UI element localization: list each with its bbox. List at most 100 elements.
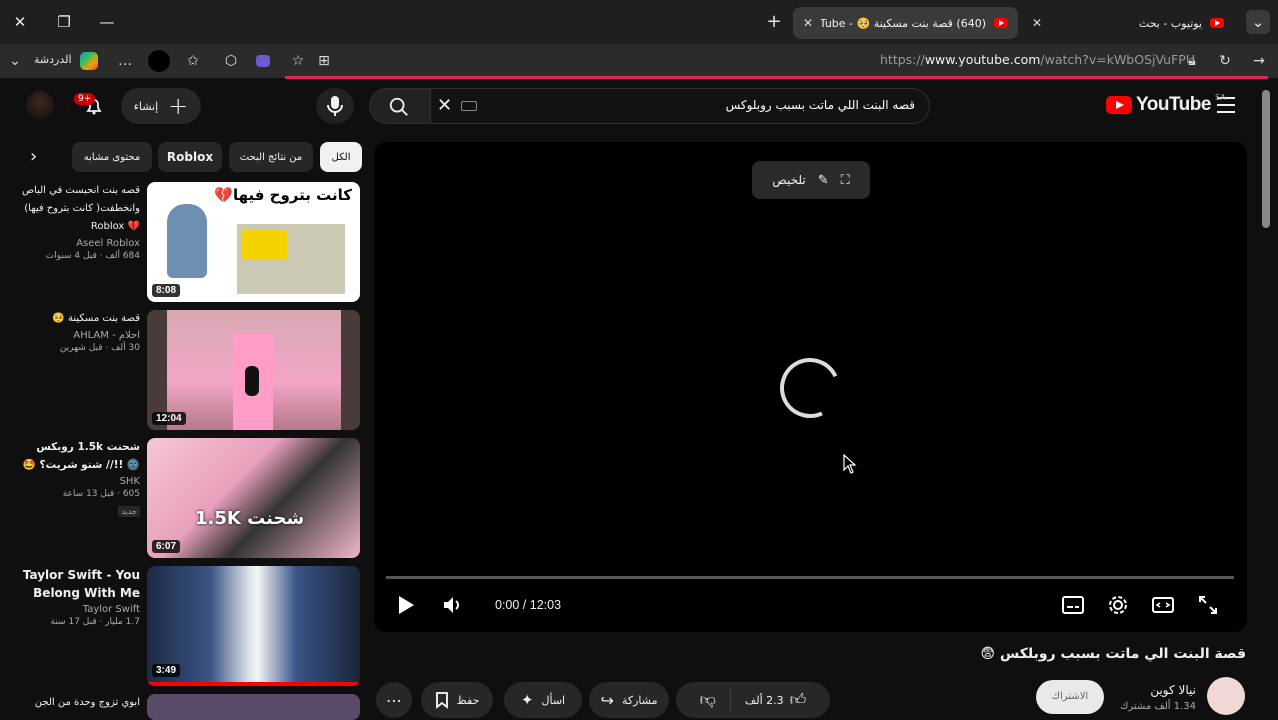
thumbnail-scene [237, 224, 345, 294]
recommendation-item[interactable]: شحنت 1.5K 6:07 شحنت 1.5k روبكس 🌚 !!// شن… [20, 438, 360, 560]
tab-title: يوتيوب - بحث [1138, 16, 1202, 30]
chip-roblox[interactable]: Roblox [158, 142, 222, 172]
youtube-favicon-icon [1210, 18, 1224, 28]
video-meta: 30 ألف · قبل شهرين [59, 343, 140, 353]
like-count: 2.3 ألف [744, 693, 784, 707]
copilot-icon[interactable] [80, 52, 98, 70]
favorites-list-icon[interactable]: ✩ [184, 52, 202, 70]
video-title[interactable]: قصه بنت انحبست في الباص وانخطفت( كانت بت… [20, 182, 140, 236]
microphone-icon [327, 96, 343, 116]
recommendation-item[interactable]: كانت بتروح فيها💔 8:08 قصه بنت انحبست في … [20, 182, 360, 304]
url-field[interactable]: https://www.youtube.com/watch?v=kWbOSjVu… [880, 52, 1195, 67]
video-thumbnail[interactable]: 12:04 [147, 310, 360, 430]
channel-name[interactable]: احلام - AHLAM [20, 330, 140, 341]
video-thumbnail[interactable]: 3:49 [147, 566, 360, 686]
settings-gear-icon[interactable] [1107, 594, 1129, 616]
chip-similar[interactable]: محتوى مشابه [72, 142, 152, 172]
chip-from-search[interactable]: من نتائج البحث [229, 142, 313, 172]
extensions-icon[interactable]: ⬡ [222, 52, 240, 70]
video-thumbnail[interactable]: شحنت 1.5K 6:07 [147, 438, 360, 558]
avatar-figure [167, 204, 207, 278]
fullscreen-icon[interactable] [1197, 594, 1219, 616]
close-tab-icon[interactable]: ✕ [803, 16, 813, 30]
subscribe-button[interactable]: الاشتراك [1036, 680, 1104, 714]
like-button[interactable]: 👍︎ 2.3 ألف [729, 690, 821, 710]
share-button[interactable]: مشاركة ↪ [589, 682, 669, 718]
plus-icon: + [168, 92, 189, 120]
youtube-logo[interactable]: YouTube SA [1106, 92, 1226, 116]
search-input[interactable]: ✕ قصه البنت اللي ماتت بسبب روبلوكس [430, 88, 930, 124]
summary-button[interactable]: تلخيص ✎ ⛶ [752, 161, 870, 199]
youtube-play-logo-icon [1106, 96, 1132, 114]
tab-search[interactable]: يوتيوب - بحث ✕ [1022, 7, 1234, 39]
chevron-right-icon[interactable]: › [30, 146, 37, 167]
video-title: قصة البنت الي ماتت بسبب روبلكس 😨 [980, 646, 1246, 662]
minimize-window-icon[interactable]: — [95, 10, 119, 34]
time-display: 0:00 / 12:03 [495, 598, 562, 612]
star-icon[interactable]: ☆ [289, 52, 307, 70]
video-title[interactable]: قصة بنت مسكينة 🥺 [20, 310, 140, 328]
like-dislike-group: 👍︎ 2.3 ألف 👎︎ [676, 682, 830, 718]
video-duration: 12:04 [152, 412, 186, 425]
edit-note-icon: ✎ [817, 172, 829, 188]
thumbs-down-icon: 👎︎ [699, 690, 716, 709]
keyboard-icon[interactable] [461, 101, 477, 111]
split-screen-icon[interactable]: ⊞ [315, 52, 333, 70]
browser-tab-bar: ✕ ❐ — + (640) قصة بنت مسكينة 🥺 - YouTube… [0, 0, 1278, 44]
tab-active-video[interactable]: (640) قصة بنت مسكينة 🥺 - YouTube ✕ [793, 7, 1018, 39]
profile-icon[interactable] [148, 50, 170, 72]
play-icon[interactable] [396, 594, 416, 616]
restore-window-icon[interactable]: ❐ [52, 10, 76, 34]
country-code: SA [1214, 92, 1226, 102]
video-thumbnail[interactable] [147, 694, 360, 720]
new-tab-icon[interactable]: + [762, 10, 786, 34]
ask-label: اسأل [541, 693, 566, 707]
share-label: مشاركة [621, 693, 658, 707]
channel-name[interactable]: SHK [20, 476, 140, 487]
watched-progress-bar [147, 682, 360, 686]
video-title[interactable]: ابوي تزوج وحدة من الجن [20, 694, 140, 712]
channel-name[interactable]: Taylor Swift [20, 604, 140, 615]
voice-search-button[interactable] [316, 88, 354, 124]
forward-arrow-icon[interactable]: → [1250, 52, 1268, 70]
video-title[interactable]: Taylor Swift - You Belong With Me [20, 566, 140, 602]
chat-label[interactable]: الدردشة [34, 53, 72, 66]
extension-app-icon[interactable] [256, 55, 270, 67]
video-title[interactable]: شحنت 1.5k روبكس 🌚 !!// شنو شريت؟ 🤩 [20, 438, 140, 474]
video-meta: 1.7 مليار · قبل 17 سنة [50, 617, 140, 627]
recommendation-item[interactable]: ابوي تزوج وحدة من الجن [20, 694, 360, 720]
account-avatar[interactable] [26, 91, 54, 119]
channel-avatar[interactable] [1207, 677, 1245, 715]
clear-search-icon[interactable]: ✕ [437, 95, 452, 116]
channel-name[interactable]: Aseel Roblox [20, 238, 140, 249]
more-actions-button[interactable]: ⋯ [376, 682, 412, 718]
video-thumbnail[interactable]: كانت بتروح فيها💔 8:08 [147, 182, 360, 302]
bus-shape [241, 230, 287, 260]
thumbnail-caption: شحنت 1.5K [195, 508, 305, 529]
close-tab-icon[interactable]: ✕ [1032, 16, 1042, 30]
video-duration: 3:49 [152, 664, 181, 677]
search-button[interactable] [369, 88, 431, 124]
scrollbar[interactable] [1262, 90, 1270, 228]
progress-bar[interactable] [386, 576, 1234, 579]
save-button[interactable]: حفظ [421, 682, 493, 718]
ask-button[interactable]: اسأل ✦ [504, 682, 582, 718]
more-icon[interactable]: … [116, 52, 134, 70]
reload-icon[interactable]: ↻ [1216, 52, 1234, 70]
thumbs-up-icon: 👍︎ [789, 690, 807, 709]
channel-name[interactable]: نيالا كوين [1150, 683, 1196, 697]
new-badge: جديد [118, 506, 140, 517]
close-window-icon[interactable]: ✕ [8, 10, 32, 34]
search-icon [389, 97, 408, 116]
dislike-button[interactable]: 👎︎ [686, 690, 730, 710]
tab-list-chevron-icon[interactable]: ⌄ [1246, 10, 1270, 34]
bookmark-icon [435, 692, 448, 709]
recommendation-item[interactable]: 3:49 Taylor Swift - You Belong With Me T… [20, 566, 360, 688]
volume-icon[interactable] [441, 594, 463, 616]
subtitles-icon[interactable] [1061, 594, 1085, 616]
chip-all[interactable]: الكل [320, 142, 362, 172]
theater-mode-icon[interactable] [1151, 594, 1175, 616]
recommendation-item[interactable]: 12:04 قصة بنت مسكينة 🥺 احلام - AHLAM 30 … [20, 310, 360, 432]
create-button[interactable]: إنشاء + [121, 88, 201, 124]
chevron-down-icon[interactable]: ⌄ [6, 52, 24, 70]
